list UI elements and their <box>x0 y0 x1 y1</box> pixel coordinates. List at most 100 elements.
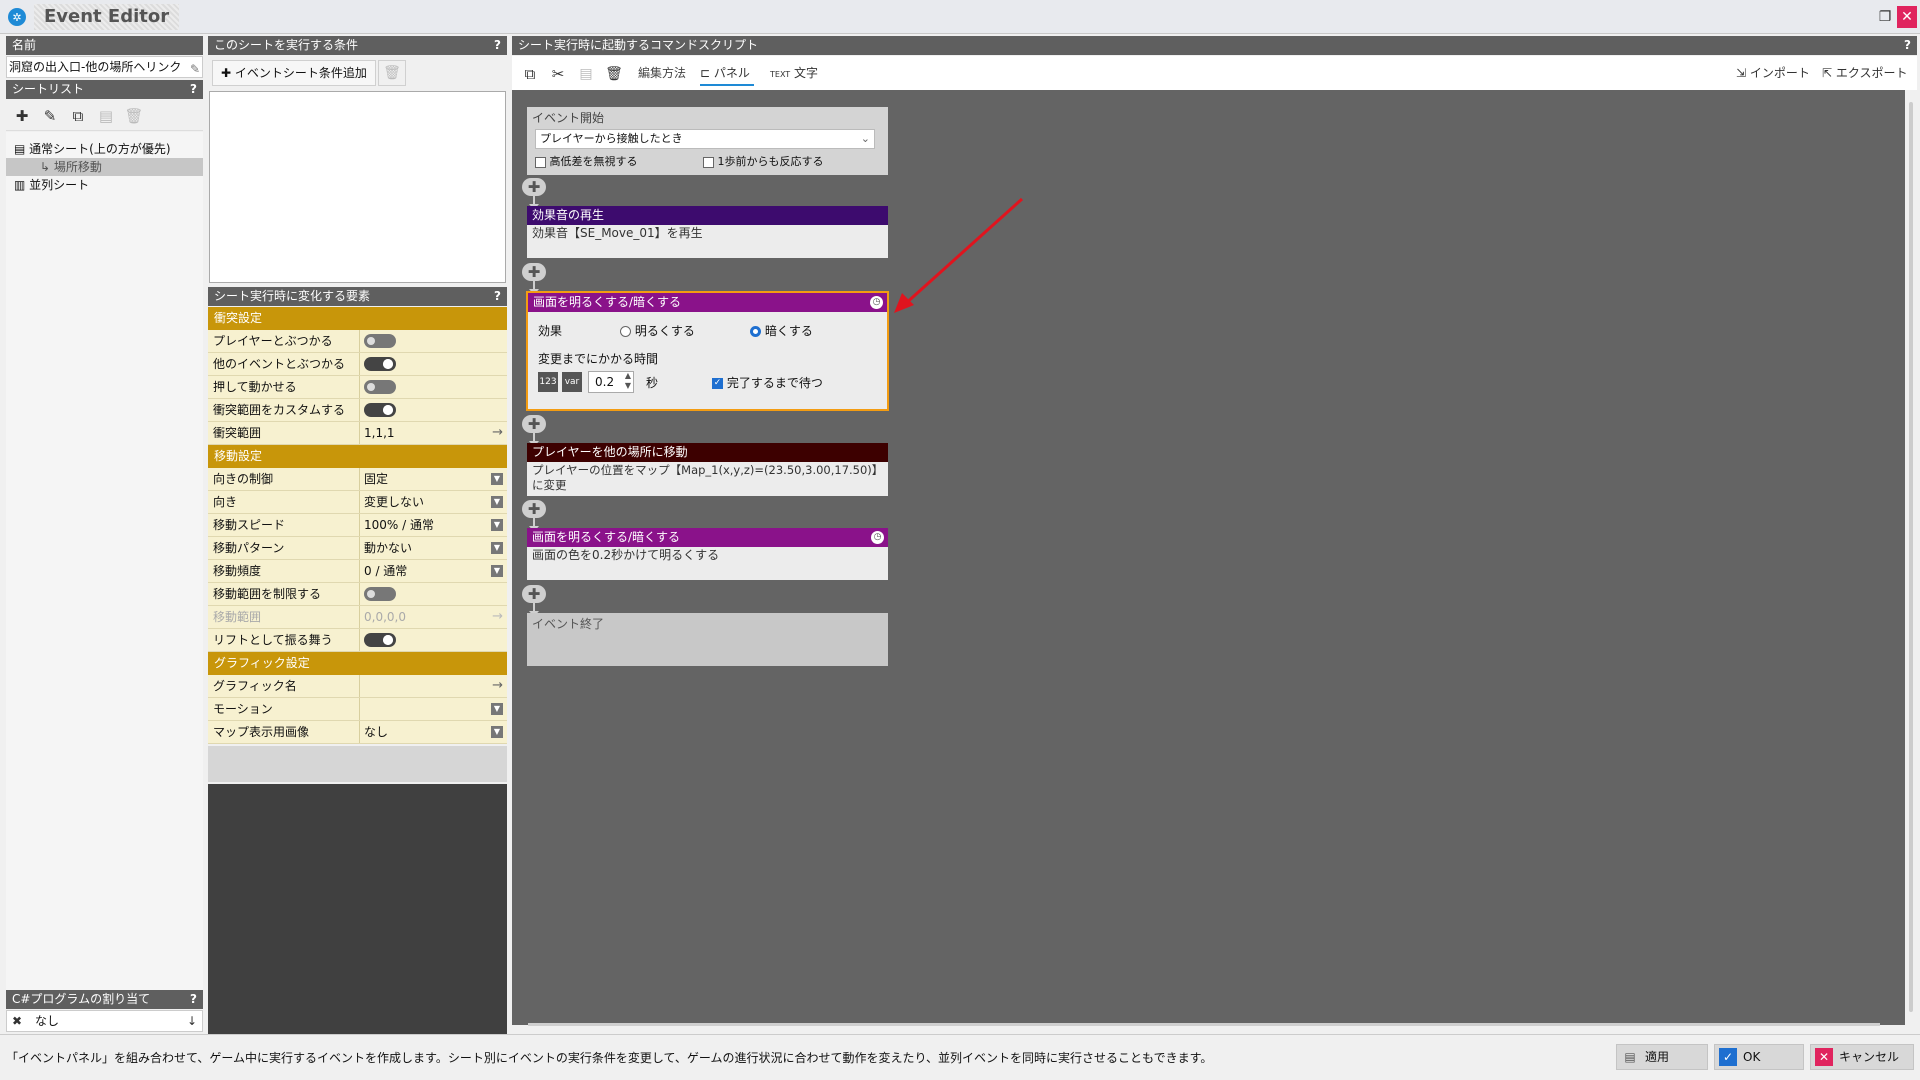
edit-sheet-icon[interactable]: ✎ <box>38 105 62 127</box>
darken-radio[interactable]: 暗くする <box>750 322 813 339</box>
trigger-select[interactable]: プレイヤーから接触したとき ⌄ <box>535 129 875 149</box>
prop-row[interactable]: 他のイベントとぶつかる <box>208 353 507 376</box>
dropdown-icon[interactable]: ▼ <box>491 565 503 577</box>
cut-icon[interactable]: ✂ <box>546 62 570 86</box>
clock-icon[interactable]: ◷ <box>871 531 884 544</box>
prop-row[interactable]: 押して動かせる <box>208 376 507 399</box>
panel-mode-tab[interactable]: ⊏ パネル <box>700 62 754 86</box>
dropdown-icon[interactable]: ▼ <box>491 496 503 508</box>
wait-checkbox[interactable]: ✓ 完了するまで待つ <box>712 374 823 391</box>
prop-row[interactable]: 移動範囲を制限する <box>208 583 507 606</box>
paste-sheet-icon[interactable]: ▤ <box>94 105 118 127</box>
horizontal-scrollbar[interactable] <box>528 1023 1880 1026</box>
prop-label: 移動頻度 <box>208 560 360 582</box>
add-sheet-icon[interactable]: ✚ <box>10 105 34 127</box>
dropdown-icon[interactable]: ▼ <box>491 519 503 531</box>
fade-edit-card[interactable]: 画面を明るくする/暗くする ◷ 効果 明るくする 暗くする 変更までにかかる時間 … <box>526 291 889 411</box>
sheet-item-parallel[interactable]: ▥ 並列シート <box>6 176 203 194</box>
arrow-down-icon[interactable]: ↓ <box>184 1012 200 1030</box>
close-icon: ✕ <box>1815 1048 1833 1066</box>
property-grid: 衝突設定 プレイヤーとぶつかる 他のイベントとぶつかる 押して動かせる 衝突範囲… <box>208 307 507 744</box>
event-name-field[interactable]: 洞窟の出入口-他の場所ヘリンク ✎ <box>6 56 203 78</box>
paste-icon[interactable]: ▤ <box>574 62 598 86</box>
one-step-checkbox[interactable]: 1歩前からも反応する <box>703 153 824 169</box>
conditions-list[interactable] <box>209 91 506 283</box>
toggle-switch[interactable] <box>364 587 396 601</box>
cancel-button[interactable]: ✕ キャンセル <box>1810 1044 1914 1070</box>
panel-mode-label: パネル <box>713 66 750 80</box>
pencil-icon[interactable]: ✎ <box>190 59 200 77</box>
sheet-item-move[interactable]: ↳ 場所移動 <box>6 158 203 176</box>
delete-sheet-icon[interactable]: 🗑 <box>122 105 146 127</box>
effect-label: 効果 <box>538 324 563 338</box>
dropdown-icon[interactable]: ▼ <box>491 542 503 554</box>
sheet-item-label: 場所移動 <box>53 160 102 174</box>
status-text: 「イベントパネル」を組み合わせて、ゲーム中に実行するイベントを作成します。シート… <box>6 1051 1213 1065</box>
brighten-radio[interactable]: 明るくする <box>620 322 695 339</box>
dropdown-icon[interactable]: ▼ <box>491 726 503 738</box>
help-icon[interactable]: ? <box>494 287 501 306</box>
toggle-switch[interactable] <box>364 633 396 647</box>
help-icon[interactable]: ? <box>1904 36 1911 55</box>
number-mode-icon[interactable]: 123 <box>538 372 558 392</box>
prop-label: モーション <box>208 698 360 720</box>
toggle-switch[interactable] <box>364 403 396 417</box>
help-icon[interactable]: ? <box>494 36 501 55</box>
trash-icon[interactable]: 🗑 <box>602 62 626 86</box>
help-icon[interactable]: ? <box>190 80 197 99</box>
move-card[interactable]: プレイヤーを他の場所に移動 プレイヤーの位置をマップ【Map_1(x,y,z)=… <box>527 443 888 496</box>
fade-edit-title: 画面を明るくする/暗くする <box>533 295 682 309</box>
arrow-right-icon[interactable]: → <box>492 422 503 444</box>
copy-sheet-icon[interactable]: ⧉ <box>66 105 90 127</box>
variable-mode-icon[interactable]: var <box>562 372 582 392</box>
arrow-right-icon[interactable]: → <box>492 675 503 697</box>
prop-row[interactable]: 向きの制御 固定 ▼ <box>208 468 507 491</box>
prop-row[interactable]: 衝突範囲 1,1,1 → <box>208 422 507 445</box>
ok-button[interactable]: ✓ OK <box>1714 1044 1804 1070</box>
apply-icon: ▤ <box>1624 1050 1636 1064</box>
fade-edit-body: 効果 明るくする 暗くする 変更までにかかる時間 123 var 0.2 ▲ ▼ 秒… <box>528 312 887 409</box>
export-button[interactable]: ⇱ エクスポート <box>1822 62 1908 86</box>
prop-row[interactable]: プレイヤーとぶつかる <box>208 330 507 353</box>
edit-method-label: 編集方法 <box>638 66 687 80</box>
ignore-height-checkbox[interactable]: 高低差を無視する <box>535 153 638 169</box>
prop-row[interactable]: グラフィック名 → <box>208 675 507 698</box>
prop-row[interactable]: 移動パターン 動かない ▼ <box>208 537 507 560</box>
restore-icon[interactable]: ❐ <box>1876 6 1894 28</box>
event-end-card[interactable]: イベント終了 <box>527 613 888 666</box>
prop-row[interactable]: 向き 変更しない ▼ <box>208 491 507 514</box>
close-icon[interactable]: ✕ <box>1897 6 1917 28</box>
chevron-down-icon: ⌄ <box>860 132 870 145</box>
fade-card[interactable]: 画面を明るくする/暗くする ◷ 画面の色を0.2秒かけて明るくする <box>527 528 888 580</box>
time-input[interactable]: 0.2 ▲ ▼ <box>588 371 634 393</box>
vertical-scroll-thumb[interactable] <box>1909 102 1913 1012</box>
csharp-field[interactable]: ✖ なし ↓ <box>6 1010 203 1032</box>
help-icon[interactable]: ? <box>190 990 197 1009</box>
toggle-switch[interactable] <box>364 357 396 371</box>
copy-icon[interactable]: ⧉ <box>518 62 542 86</box>
event-start-card[interactable]: イベント開始 プレイヤーから接触したとき ⌄ 高低差を無視する 1歩前からも反応す… <box>527 107 888 175</box>
apply-button[interactable]: ▤ 適用 <box>1616 1044 1708 1070</box>
prop-row[interactable]: 移動頻度 0 / 通常 ▼ <box>208 560 507 583</box>
dropdown-icon[interactable]: ▼ <box>491 703 503 715</box>
clock-icon[interactable]: ◷ <box>870 296 883 309</box>
spinner-icon[interactable]: ▲ ▼ <box>625 371 631 391</box>
add-condition-button[interactable]: ✚ イベントシート条件追加 <box>212 60 376 86</box>
sound-card[interactable]: 効果音の再生 効果音【SE_Move_01】を再生 <box>527 206 888 258</box>
section-graphics: グラフィック設定 <box>208 652 507 675</box>
prop-row[interactable]: 衝突範囲をカスタムする <box>208 399 507 422</box>
import-button[interactable]: ⇲ インポート <box>1736 62 1810 86</box>
prop-row[interactable]: マップ表示用画像 なし ▼ <box>208 721 507 744</box>
clear-icon[interactable]: ✖ <box>9 1013 25 1029</box>
prop-row[interactable]: 移動スピード 100% / 通常 ▼ <box>208 514 507 537</box>
name-header: 名前 <box>6 36 203 55</box>
sheet-item-normal[interactable]: ▤ 通常シート(上の方が優先) <box>6 140 203 158</box>
text-mode-tab[interactable]: TEXT 文字 <box>770 62 818 86</box>
dropdown-icon[interactable]: ▼ <box>491 473 503 485</box>
prop-row[interactable]: モーション ▼ <box>208 698 507 721</box>
toggle-switch[interactable] <box>364 334 396 348</box>
time-label: 変更までにかかる時間 <box>538 352 659 366</box>
toggle-switch[interactable] <box>364 380 396 394</box>
prop-row[interactable]: リフトとして振る舞う <box>208 629 507 652</box>
delete-condition-icon[interactable]: 🗑 <box>378 60 406 86</box>
